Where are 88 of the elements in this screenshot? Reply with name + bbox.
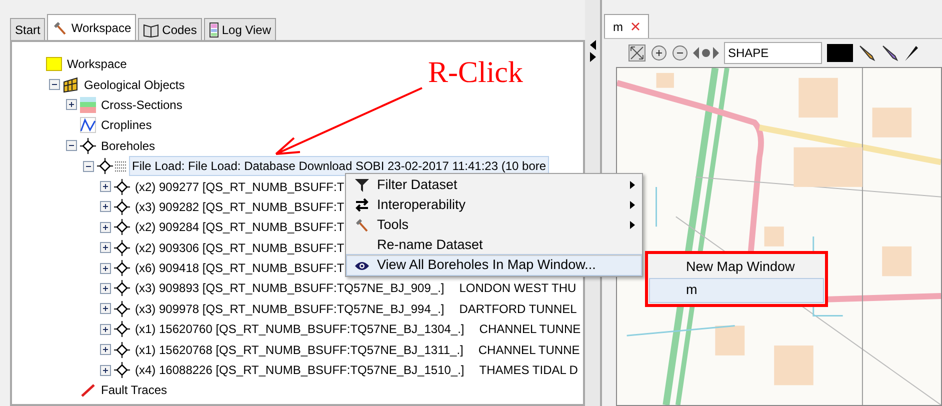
submenu-arrow-icon (630, 181, 635, 189)
borehole-diamond-icon (80, 138, 96, 154)
tree-item[interactable]: (x2) 909277 [QS_RT_NUMB_BSUFF:T (133, 178, 346, 196)
zoom-out-icon[interactable] (672, 45, 688, 61)
borehole-diamond-icon (114, 178, 130, 195)
expand-icon[interactable] (100, 222, 111, 233)
menu-item[interactable]: Re-name Dataset (347, 235, 641, 255)
tree-item[interactable]: (x1) 15620768 [QS_RT_NUMB_BSUFF:TQ57NE_BJ_1311_.] (133, 340, 466, 359)
menu-item[interactable]: m (650, 279, 823, 302)
collapse-icon[interactable] (66, 140, 77, 152)
cross-section-icon (80, 96, 96, 113)
tree-item[interactable]: Boreholes (99, 136, 158, 155)
tree-item[interactable]: Fault Traces (99, 381, 170, 400)
tree-item-description: CHANNEL TUNNE (478, 342, 580, 359)
layer-field[interactable]: SHAPE (724, 42, 822, 64)
submenu-arrow-icon (630, 221, 635, 229)
expand-icon[interactable] (100, 201, 111, 212)
menu-item[interactable]: Tools (347, 215, 641, 235)
expand-icon[interactable] (100, 303, 111, 314)
tree-item[interactable]: (x4) 16088226 [QS_RT_NUMB_BSUFF:TQ57NE_BJ_1510_.] (133, 361, 466, 380)
annotation-label: R-Click (428, 58, 523, 88)
expand-icon[interactable] (100, 181, 111, 192)
tree-item-description: DARTFORD TUNNEL (459, 300, 577, 318)
colour-swatch[interactable] (827, 44, 853, 62)
zigzag-line-icon (80, 117, 96, 134)
menu-item[interactable]: View All Boreholes In Map Window... (347, 255, 641, 275)
menu-item[interactable]: Interoperability (347, 195, 641, 215)
hammer-icon (52, 20, 68, 36)
panel-tab[interactable]: Start (10, 18, 46, 40)
tree-item[interactable]: File Load: File Load: Database Download SOBI 23-02-2017 11:41:23 (10 bore (130, 157, 548, 176)
pencil-icon[interactable] (881, 44, 899, 62)
tree-item[interactable]: (x2) 909284 [QS_RT_NUMB_BSUFF:T (133, 218, 346, 236)
fault-line-icon (80, 382, 96, 398)
expand-icon[interactable] (100, 364, 111, 376)
close-icon[interactable] (631, 22, 640, 31)
submenu-arrow-icon (630, 201, 635, 209)
tree-item[interactable]: Geological Objects (82, 76, 187, 94)
hammer-icon (354, 217, 370, 233)
tree-item[interactable]: (x2) 909306 [QS_RT_NUMB_BSUFF:T (133, 238, 346, 257)
tree-item[interactable]: (x6) 909418 [QS_RT_NUMB_BSUFF:T (133, 259, 346, 278)
pencil-icon[interactable] (858, 44, 876, 62)
swap-arrows-icon (354, 197, 370, 213)
expand-icon[interactable] (100, 262, 111, 274)
expand-icon[interactable] (100, 344, 111, 356)
tree-item[interactable]: Cross-Sections (99, 96, 184, 114)
tree-item[interactable]: (x3) 909978 [QS_RT_NUMB_BSUFF:TQ57NE_BJ_994_.] (133, 300, 446, 318)
expand-icon[interactable] (66, 99, 77, 110)
expand-icon[interactable] (100, 324, 111, 335)
collapse-right-icon[interactable] (588, 52, 596, 62)
pan-icon[interactable] (693, 46, 719, 60)
tree-item[interactable]: (x1) 15620760 [QS_RT_NUMB_BSUFF:TQ57NE_BJ_1304_.] (133, 320, 466, 338)
map-tab[interactable]: m (604, 14, 649, 38)
expand-icon[interactable] (100, 242, 111, 254)
panel-tab[interactable]: Workspace (47, 14, 136, 40)
map-tab-label[interactable]: m (613, 18, 623, 36)
collapse-icon[interactable] (83, 160, 94, 172)
zoom-extent-icon[interactable] (628, 44, 646, 62)
menu-item[interactable]: Filter Dataset (347, 175, 641, 195)
borehole-diamond-icon (114, 260, 130, 276)
panel-tab[interactable]: Log View (204, 18, 276, 40)
borehole-dataset-icon (97, 158, 127, 174)
borehole-diamond-icon (114, 219, 130, 236)
tree-item-description: CHANNEL TUNNE (479, 321, 581, 338)
menu-item[interactable]: New Map Window (650, 256, 823, 279)
panel-tab[interactable]: Codes (138, 18, 202, 40)
tree-item[interactable]: (x3) 909893 [QS_RT_NUMB_BSUFF:TQ57NE_BJ_909_.] (133, 279, 446, 298)
collapse-icon[interactable] (49, 79, 60, 90)
tree-item[interactable]: Croplines (99, 116, 154, 134)
book-icon (143, 22, 160, 38)
borehole-diamond-icon (114, 280, 130, 296)
layered-block-icon (63, 76, 79, 93)
pen-icon[interactable] (904, 44, 918, 62)
collapse-left-icon[interactable] (588, 40, 596, 50)
borehole-diamond-icon (114, 362, 130, 378)
borehole-diamond-icon (114, 300, 130, 317)
borehole-diamond-icon (114, 198, 130, 215)
tree-item[interactable]: (x3) 909282 [QS_RT_NUMB_BSUFF:T (133, 198, 346, 216)
tree-item[interactable]: Workspace (65, 55, 129, 74)
eye-icon (354, 260, 370, 272)
borehole-diamond-icon (114, 342, 130, 358)
folder-icon (46, 57, 62, 72)
borehole-diamond-icon (114, 240, 130, 256)
borehole-diamond-icon (114, 321, 130, 338)
log-column-icon (208, 22, 219, 38)
tree-item-description: LONDON WEST THU (459, 280, 576, 298)
zoom-in-icon[interactable] (651, 45, 667, 61)
tree-item-description: THAMES TIDAL D (479, 362, 578, 380)
expand-icon[interactable] (100, 282, 111, 294)
